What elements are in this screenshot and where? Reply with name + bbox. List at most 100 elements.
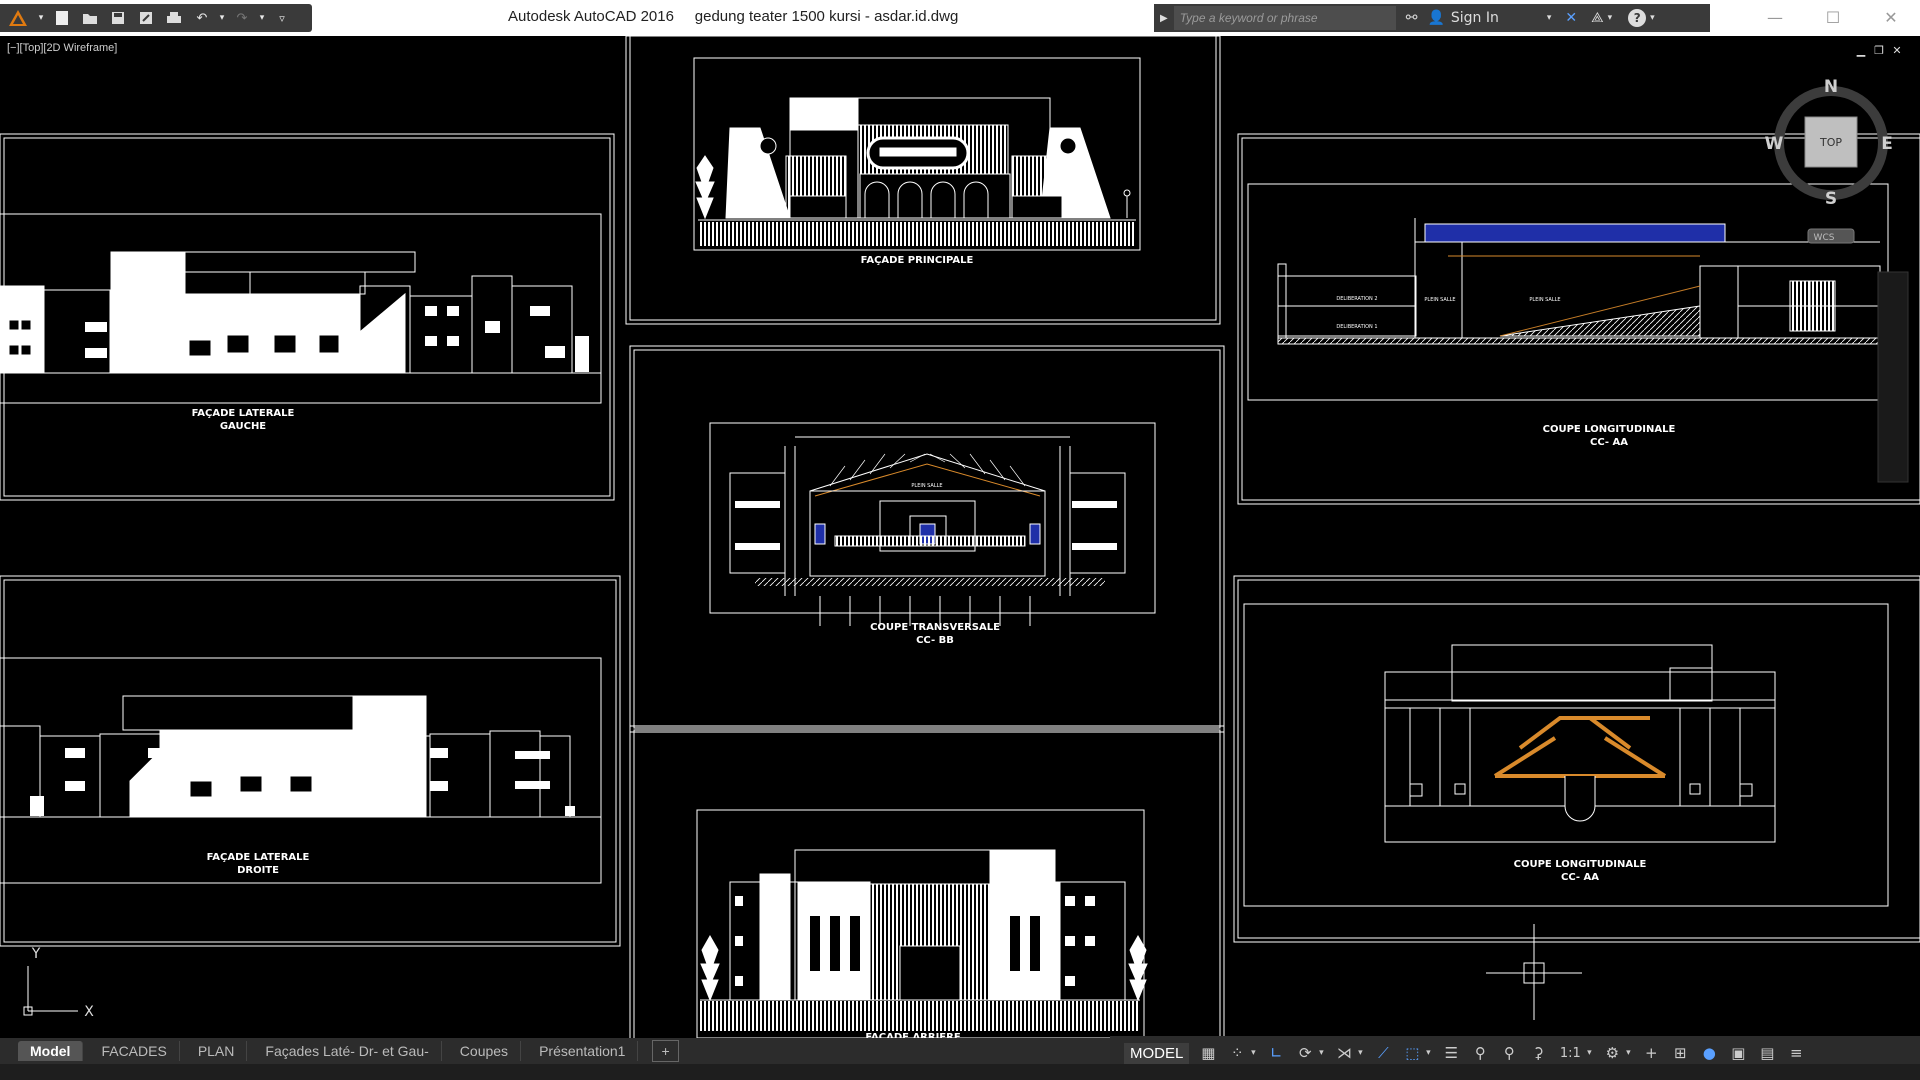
annotation-scale-icon[interactable]: ⚳ [1528, 1044, 1548, 1062]
undo-dropdown-icon[interactable]: ▾ [218, 8, 226, 28]
expand-arrow-icon[interactable]: ▶ [1160, 13, 1168, 24]
ucs-icon: Y X [23, 946, 94, 1020]
viewcube-top-face[interactable]: TOP [1819, 136, 1842, 149]
clean-screen-icon[interactable]: ▤ [1757, 1044, 1777, 1062]
redo-dropdown-icon[interactable]: ▾ [258, 8, 266, 28]
object-snap-icon[interactable]: ⬚ [1402, 1044, 1422, 1062]
exchange-apps-icon[interactable]: ✕ [1565, 10, 1577, 26]
help-icon[interactable]: ? [1628, 9, 1647, 27]
model-space-button[interactable]: MODEL [1124, 1042, 1190, 1064]
tab-facades-laterales[interactable]: Façades Laté- Dr- et Gau- [253, 1041, 442, 1061]
autocad-logo-icon[interactable] [4, 8, 32, 28]
title-line-2: CC- AA [1561, 872, 1599, 883]
customization-icon[interactable]: ≡ [1786, 1044, 1806, 1062]
scale-dropdown-icon[interactable]: ▾ [1585, 1048, 1593, 1058]
tab-model[interactable]: Model [18, 1041, 84, 1061]
room-label: PLEIN SALLE [1529, 297, 1560, 303]
app-menu-chevron-icon[interactable]: ▾ [36, 8, 46, 28]
title-line-2: GAUCHE [220, 421, 266, 432]
lineweight-icon[interactable]: ☰ [1441, 1044, 1461, 1062]
sign-in-link[interactable]: Sign In [1451, 10, 1547, 26]
title-facade-laterale-gauche: FAÇADE LATERALE GAUCHE [192, 408, 295, 432]
sign-in-dropdown-icon[interactable]: ▾ [1547, 13, 1552, 23]
title-line-1: COUPE LONGITUDINALE [1514, 859, 1647, 870]
binoculars-icon[interactable]: ⚯ [1406, 10, 1418, 26]
viewcube[interactable]: TOP N S E W WCS [1765, 77, 1893, 244]
title-bar: ▾ ↶ ▾ ↷ ▾ ▿ Autodesk AutoCAD 2016 gedung… [0, 0, 1920, 37]
isodraft-dropdown-icon[interactable]: ▾ [1356, 1048, 1364, 1058]
ucs-x-label: X [84, 1004, 94, 1020]
compass-south[interactable]: S [1825, 189, 1837, 209]
hardware-acceleration-icon[interactable]: ▣ [1728, 1044, 1748, 1062]
connect-dropdown-icon[interactable]: ▾ [1608, 13, 1613, 23]
tab-plan[interactable]: PLAN [186, 1041, 248, 1061]
isodraft-icon[interactable]: ⋊ [1334, 1044, 1354, 1062]
drawing-facade-laterale-gauche[interactable]: FAÇADE LATERALE GAUCHE [0, 133, 615, 501]
navigation-bar[interactable] [1877, 271, 1909, 483]
title-line-2: CC- BB [916, 635, 954, 646]
title-line-1: COUPE TRANSVERSALE [870, 622, 1000, 633]
close-button[interactable]: ✕ [1862, 0, 1920, 34]
ucs-y-label: Y [31, 946, 41, 962]
auto-scale-icon[interactable]: ⚲ [1499, 1044, 1519, 1062]
quick-access-toolbar: ▾ ↶ ▾ ↷ ▾ ▿ [0, 4, 312, 32]
drawing-canvas[interactable]: [−][Top][2D Wireframe] ▁ ❐ ✕ FAÇADE LATE… [0, 36, 1920, 1040]
compass-west[interactable]: W [1765, 134, 1784, 154]
snap-dropdown-icon[interactable]: ▾ [1249, 1048, 1257, 1058]
window-title: Autodesk AutoCAD 2016 gedung teater 1500… [508, 8, 959, 25]
ortho-icon[interactable]: ∟ [1266, 1044, 1286, 1062]
help-dropdown-icon[interactable]: ▾ [1650, 13, 1655, 23]
user-icon[interactable]: 👤 [1427, 10, 1444, 26]
isolate-objects-icon[interactable]: ● [1699, 1044, 1719, 1062]
info-center-bar: ▶ ⚯ 👤 Sign In ▾ ✕ ⟁ ▾ ? ▾ [1154, 4, 1710, 32]
title-line-2: CC- AA [1590, 437, 1628, 448]
title-line-1: FAÇADE LATERALE [207, 852, 310, 863]
room-label: DELIBERATION 2 [1336, 296, 1377, 302]
print-icon[interactable] [162, 8, 186, 28]
connect-icon[interactable]: ⟁ [1591, 10, 1604, 26]
annotation-visibility-icon[interactable]: ⚲ [1470, 1044, 1490, 1062]
room-label: PLEIN SALLE [1424, 297, 1455, 303]
tab-coupes[interactable]: Coupes [448, 1041, 522, 1061]
save-as-icon[interactable] [134, 8, 158, 28]
units-icon[interactable]: ⊞ [1670, 1044, 1690, 1062]
new-file-icon[interactable] [50, 8, 74, 28]
open-folder-icon[interactable] [78, 8, 102, 28]
maximize-button[interactable]: ☐ [1804, 0, 1862, 34]
minimize-button[interactable]: — [1746, 0, 1804, 34]
title-facade-principale: FAÇADE PRINCIPALE [861, 255, 974, 266]
tab-presentation1[interactable]: Présentation1 [527, 1041, 639, 1061]
title-coupe-longitudinale-1: COUPE LONGITUDINALE CC- AA [1543, 424, 1676, 448]
annotation-monitor-icon[interactable]: + [1641, 1044, 1661, 1062]
annotation-scale-value[interactable]: 1:1 [1557, 1046, 1583, 1061]
polar-tracking-icon[interactable]: ⟳ [1295, 1044, 1315, 1062]
tab-facades[interactable]: FACADES [89, 1041, 180, 1061]
workspace-dropdown-icon[interactable]: ▾ [1624, 1048, 1632, 1058]
redo-icon[interactable]: ↷ [230, 8, 254, 28]
polar-dropdown-icon[interactable]: ▾ [1317, 1048, 1325, 1058]
drawing-coupe-transversale[interactable]: PLEIN SALLE COUPE TRANSVERSALE CC- BB [629, 345, 1225, 733]
search-input[interactable] [1173, 6, 1396, 30]
wcs-menu[interactable]: WCS [1814, 233, 1835, 243]
grid-icon[interactable]: ▦ [1198, 1044, 1218, 1062]
object-snap-tracking-icon[interactable]: ⟋ [1373, 1044, 1393, 1062]
save-icon[interactable] [106, 8, 130, 28]
drawing-facade-laterale-droite[interactable]: FAÇADE LATERALE DROITE [0, 575, 621, 947]
drawing-coupe-longitudinale-2[interactable]: COUPE LONGITUDINALE CC- AA [1233, 575, 1920, 943]
room-label: DELIBERATION 1 [1336, 324, 1377, 330]
title-coupe-longitudinale-2: COUPE LONGITUDINALE CC- AA [1514, 859, 1647, 883]
title-line-2: DROITE [237, 865, 279, 876]
drawing-sheet: FAÇADE LATERALE GAUCHE FAÇADE PRINCIPALE… [0, 36, 1920, 1040]
drawing-facade-principale[interactable]: FAÇADE PRINCIPALE [625, 36, 1221, 325]
customize-toolbar-icon[interactable]: ▿ [270, 8, 294, 28]
undo-icon[interactable]: ↶ [190, 8, 214, 28]
title-facade-laterale-droite: FAÇADE LATERALE DROITE [207, 852, 310, 876]
workspace-gear-icon[interactable]: ⚙ [1602, 1044, 1622, 1062]
object-snap-dropdown-icon[interactable]: ▾ [1424, 1048, 1432, 1058]
room-label: PLEIN SALLE [911, 483, 942, 489]
compass-north[interactable]: N [1824, 77, 1838, 97]
snap-icon[interactable]: ⁘ [1227, 1044, 1247, 1062]
drawing-facade-arriere[interactable]: FAÇADE ARRIERE [629, 725, 1225, 1040]
compass-east[interactable]: E [1881, 134, 1893, 154]
add-layout-button[interactable]: + [652, 1040, 679, 1062]
